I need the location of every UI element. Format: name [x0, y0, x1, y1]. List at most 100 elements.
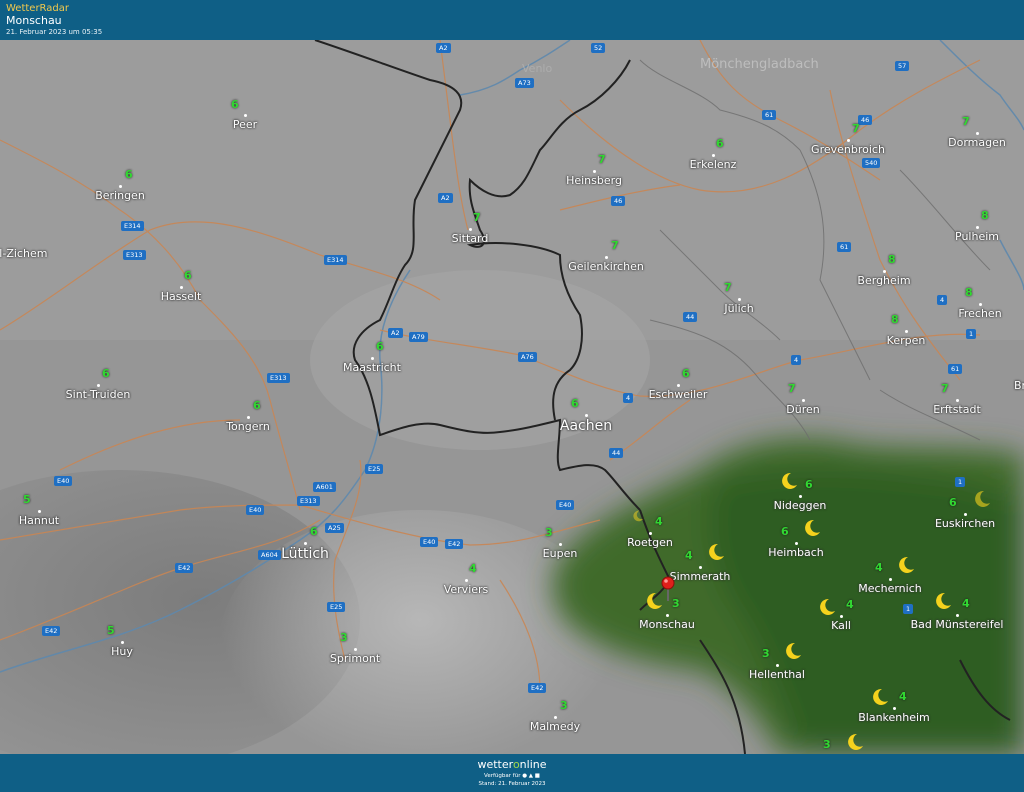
- apple-icon: ●: [522, 773, 528, 779]
- city-name: Verviers: [443, 583, 489, 596]
- temperature: 4: [685, 549, 693, 562]
- temperature: 3: [545, 526, 553, 539]
- city-name: Beringen: [95, 189, 145, 202]
- temperature: 7: [598, 153, 606, 166]
- temperature: 6: [253, 399, 261, 412]
- windows-icon: ■: [534, 773, 540, 779]
- road-shield: A601: [313, 482, 336, 492]
- road-shield: E314: [121, 221, 144, 231]
- city-name: Geilenkirchen: [568, 260, 644, 273]
- temperature: 8: [965, 286, 973, 299]
- city-name: Kerpen: [886, 334, 926, 347]
- road-shield: 61: [762, 110, 777, 120]
- road-shield: 1: [955, 477, 966, 487]
- radar-map[interactable]: A2 A73 52 61 46 540 57 A2 46 E314 E313 E…: [0, 40, 1024, 754]
- road-shield: 4: [623, 393, 634, 403]
- moon-icon: [805, 519, 820, 536]
- city-name: Frechen: [958, 307, 1002, 320]
- temperature: 6: [231, 98, 239, 111]
- faded-city-label: Venlo: [522, 62, 553, 75]
- temperature: 8: [891, 313, 899, 326]
- city-name: Grevenbroich: [811, 143, 885, 156]
- road-shield: 540: [862, 158, 881, 168]
- brand-logo[interactable]: wetteronline: [0, 758, 1024, 771]
- road-shield: E40: [54, 476, 73, 486]
- moon-icon: [633, 510, 644, 522]
- android-icon: ▲: [528, 773, 534, 779]
- road-shield: 61: [837, 242, 852, 252]
- city-name: Jülich: [724, 302, 754, 315]
- temperature: 3: [560, 699, 568, 712]
- location-pin-icon[interactable]: [661, 576, 675, 602]
- status-note: Stand: 21. Februar 2023: [478, 781, 546, 787]
- road-shield: 1: [903, 604, 914, 614]
- road-shield: E40: [246, 505, 265, 515]
- temperature: 6: [805, 478, 813, 491]
- city-name: Heimbach: [768, 546, 824, 559]
- road-shield: 61: [948, 364, 963, 374]
- temperature: 7: [941, 382, 949, 395]
- city-name: Dormagen: [948, 136, 1006, 149]
- road-shield: E313: [123, 250, 146, 260]
- temperature: 8: [981, 209, 989, 222]
- city-name: Hellenthal: [749, 668, 805, 681]
- road-shield: E40: [420, 537, 439, 547]
- temperature: 4: [846, 598, 854, 611]
- city-name: Euskirchen: [934, 517, 996, 530]
- road-shield: 1: [966, 329, 977, 339]
- temperature: 3: [762, 647, 770, 660]
- city-name: Huy: [111, 645, 133, 658]
- road-shield: E42: [42, 626, 61, 636]
- road-shield: E25: [365, 464, 384, 474]
- city-name: Tongern: [226, 420, 270, 433]
- road-shield: A25: [325, 523, 344, 533]
- moon-icon: [709, 543, 724, 560]
- city-name: Erftstadt: [933, 403, 981, 416]
- temperature: 5: [23, 493, 31, 506]
- city-name: Aachen: [559, 418, 613, 434]
- road-shield: A73: [515, 78, 534, 88]
- road-shield: 4: [791, 355, 802, 365]
- road-shield: E313: [267, 373, 290, 383]
- moon-icon: [786, 642, 801, 659]
- city-name: Bad Münstereifel: [910, 618, 1004, 631]
- city-name: Erkelenz: [689, 158, 737, 171]
- city-name: Hannut: [18, 514, 60, 527]
- road-shield: A2: [438, 193, 453, 203]
- road-shield: E42: [445, 539, 464, 549]
- city-name: Maastricht: [343, 361, 401, 374]
- temperature: 6: [716, 137, 724, 150]
- moon-icon: [936, 592, 951, 609]
- temperature: 4: [962, 597, 970, 610]
- moon-icon: [899, 556, 914, 573]
- temperature: 4: [655, 515, 663, 528]
- road-shield: 57: [895, 61, 910, 71]
- temperature: 4: [875, 561, 883, 574]
- moon-icon: [873, 688, 888, 705]
- temperature: 7: [788, 382, 796, 395]
- city-name: Kall: [831, 619, 851, 632]
- temperature: 3: [340, 631, 348, 644]
- city-name: al-Zichem: [0, 247, 48, 260]
- road-shield: 46: [611, 196, 626, 206]
- temperature: 6: [125, 168, 133, 181]
- road-shield: E25: [327, 602, 346, 612]
- moon-icon: [820, 598, 835, 615]
- temperature: 6: [781, 525, 789, 538]
- timestamp: 21. Februar 2023 um 05:35: [6, 28, 103, 36]
- temperature: 6: [184, 269, 192, 282]
- temperature: 7: [473, 211, 481, 224]
- city-name: Pulheim: [955, 230, 999, 243]
- platforms-note: Verfügbar für ● ▲ ■: [484, 773, 540, 779]
- city-name: Peer: [232, 118, 258, 131]
- road-shield: E42: [175, 563, 194, 573]
- app-brand: WetterRadar: [6, 3, 70, 14]
- road-shield: A76: [518, 352, 537, 362]
- road-shield: E313: [297, 496, 320, 506]
- city-name: Eschweiler: [648, 388, 708, 401]
- temperature: 6: [682, 367, 690, 380]
- city-name: Monschau: [639, 618, 695, 631]
- city-name: Sint-Truiden: [65, 388, 131, 401]
- road-shield: A2: [436, 43, 451, 53]
- road-shield: E42: [528, 683, 547, 693]
